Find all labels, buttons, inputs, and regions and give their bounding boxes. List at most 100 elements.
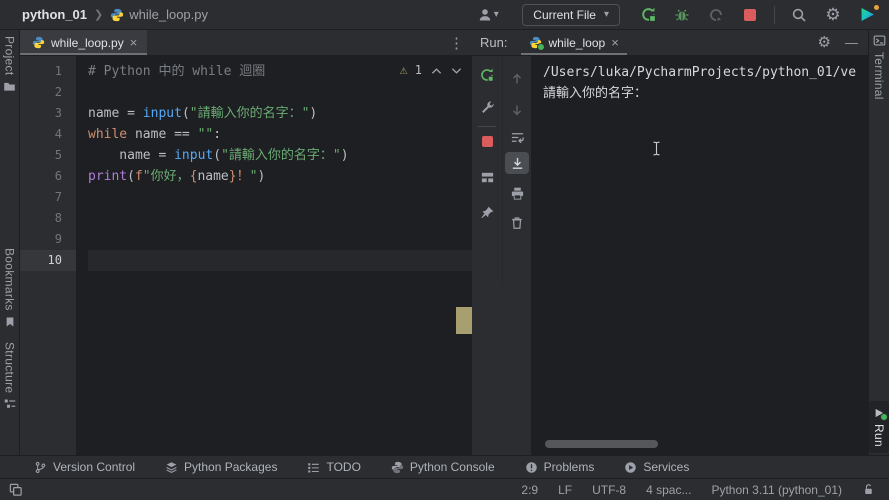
inspection-widget[interactable]: ⚠ 1	[400, 63, 462, 78]
edit-configuration-wrench-icon[interactable]	[472, 96, 502, 118]
layout-settings-icon[interactable]	[472, 166, 502, 188]
code-line[interactable]	[88, 187, 472, 208]
line-number[interactable]: 8	[20, 208, 76, 229]
status-bar: 2:9 LF UTF-8 4 spac... Python 3.11 (pyth…	[0, 478, 889, 500]
toolwindow-services[interactable]: Services	[624, 460, 689, 474]
down-stack-trace-icon[interactable]	[502, 99, 532, 121]
workspace-window-icon[interactable]	[0, 482, 23, 497]
stop-button[interactable]	[738, 4, 762, 26]
toolwindow-todo[interactable]: TODO	[307, 460, 361, 474]
search-everywhere-button[interactable]	[787, 4, 811, 26]
line-number[interactable]: 3	[20, 103, 76, 124]
chevron-right-icon: ❯	[94, 9, 104, 21]
code-line[interactable]: name = input("請輸入你的名字：")	[88, 145, 472, 166]
toolwindow-python-packages[interactable]: Python Packages	[165, 460, 277, 474]
toolwindow-problems[interactable]: Problems	[525, 460, 594, 474]
notification-dot	[874, 4, 879, 10]
toolwindow-version-control[interactable]: Version Control	[34, 460, 135, 474]
editor-pane: while_loop.py × ⋮ 1 2 3 4 5 6 7 8 9 10 # Python 中…	[20, 30, 472, 455]
chevron-down-icon: ▾	[493, 9, 499, 20]
code-token: )	[257, 169, 266, 184]
line-number[interactable]: 10	[20, 250, 76, 271]
code-token: print	[88, 169, 128, 184]
indent-style[interactable]: 4 spac...	[646, 483, 691, 497]
editor-tab-while-loop[interactable]: while_loop.py ×	[20, 30, 148, 55]
run-tab-while-loop[interactable]: while_loop ×	[521, 30, 627, 55]
close-icon[interactable]: ×	[130, 36, 138, 49]
settings-button[interactable]: ⚙	[821, 4, 845, 26]
stop-button[interactable]	[472, 130, 502, 152]
git-branch-icon	[35, 461, 46, 473]
code-token: "請輸入你的名字："	[189, 106, 310, 121]
breadcrumb: python_01 ❯ while_loop.py	[0, 7, 208, 22]
minimize-icon[interactable]: —	[845, 35, 858, 50]
close-icon[interactable]: ×	[611, 36, 619, 49]
run-configuration-selector[interactable]: Current File ▾	[522, 3, 620, 26]
horizontal-scrollbar-thumb[interactable]	[545, 440, 658, 448]
sidebar-item-project[interactable]: Project	[0, 36, 19, 93]
code-token: # Python 中的 while 迴圈	[88, 64, 266, 79]
sidebar-item-run[interactable]: Run	[869, 401, 889, 453]
inspection-stripe-marker[interactable]	[456, 307, 472, 334]
line-number[interactable]: 1	[20, 61, 76, 82]
run-settings-gear-icon[interactable]: ⚙	[818, 35, 831, 50]
soft-wrap-icon[interactable]	[502, 126, 532, 148]
line-number[interactable]: 5	[20, 145, 76, 166]
rerun-button[interactable]	[636, 4, 660, 26]
scroll-to-end-icon[interactable]	[505, 152, 529, 174]
code-line[interactable]	[88, 82, 472, 103]
run-tool-window: Run: while_loop × ⚙ — /Users/luka/Pychar…	[472, 30, 868, 455]
sidebar-item-terminal[interactable]: Terminal	[869, 34, 889, 100]
profiler-button[interactable]	[704, 4, 728, 26]
editor-options-kebab-icon[interactable]: ⋮	[441, 34, 472, 52]
code-line[interactable]: name = input("請輸入你的名字：")	[88, 103, 472, 124]
warning-icon: ⚠	[399, 63, 408, 78]
sidebar-item-structure[interactable]: Structure	[0, 342, 19, 410]
breadcrumb-file[interactable]: while_loop.py	[110, 7, 208, 22]
code-editor[interactable]: 1 2 3 4 5 6 7 8 9 10 # Python 中的 while 迴圈 name = i…	[20, 56, 472, 455]
run-console[interactable]: /Users/luka/PycharmProjects/python_01/ve…	[532, 56, 868, 455]
editor-code-area[interactable]: # Python 中的 while 迴圈 name = input("請輸入你的名…	[76, 56, 472, 455]
run-panel-header: Run: while_loop × ⚙ —	[472, 30, 868, 56]
pin-tab-icon[interactable]	[472, 201, 502, 223]
readonly-lock-icon[interactable]	[862, 483, 875, 496]
code-line[interactable]	[88, 208, 472, 229]
ide-logo-button[interactable]	[855, 4, 879, 26]
toolwindow-python-console[interactable]: Python Console	[391, 460, 495, 474]
code-token: input	[142, 106, 182, 121]
line-number[interactable]: 7	[20, 187, 76, 208]
clear-console-trash-icon[interactable]	[502, 212, 532, 234]
caret-position[interactable]: 2:9	[521, 483, 538, 497]
tool-window-bar: Version Control Python Packages TODO Pyt…	[0, 455, 889, 478]
code-token: f	[134, 169, 143, 184]
code-token: "你好，	[142, 169, 190, 184]
line-separator[interactable]: LF	[558, 483, 572, 497]
code-line[interactable]	[88, 229, 472, 250]
code-token: (	[181, 106, 190, 121]
user-account-button[interactable]: ▾	[470, 4, 506, 26]
sidebar-item-bookmarks[interactable]: Bookmarks	[0, 248, 19, 328]
python-icon	[391, 461, 404, 473]
line-number[interactable]: 6	[20, 166, 76, 187]
line-number[interactable]: 2	[20, 82, 76, 103]
up-stack-trace-icon[interactable]	[502, 68, 532, 90]
print-icon[interactable]	[502, 182, 532, 204]
breadcrumb-project[interactable]: python_01	[22, 7, 87, 22]
debug-button[interactable]	[670, 4, 694, 26]
console-line-prompt: 請輸入你的名字：	[543, 86, 648, 101]
file-encoding[interactable]: UTF-8	[592, 483, 626, 497]
active-tab-underline	[521, 53, 627, 55]
chevron-down-icon[interactable]	[451, 67, 462, 75]
code-token: name =	[88, 148, 175, 163]
python-interpreter[interactable]: Python 3.11 (python_01)	[711, 483, 842, 497]
right-tool-strip: Terminal Run	[868, 30, 889, 455]
code-line[interactable]: while name == "":	[88, 124, 472, 145]
line-number[interactable]: 9	[20, 229, 76, 250]
code-line[interactable]	[88, 250, 472, 271]
rerun-button[interactable]	[472, 64, 502, 86]
toolbar-actions: ▾ Current File ▾ ⚙	[470, 3, 889, 26]
code-line[interactable]: print(f"你好，{name}！")	[88, 166, 472, 187]
line-number[interactable]: 4	[20, 124, 76, 145]
active-tab-underline	[20, 53, 148, 55]
chevron-up-icon[interactable]	[431, 67, 442, 75]
